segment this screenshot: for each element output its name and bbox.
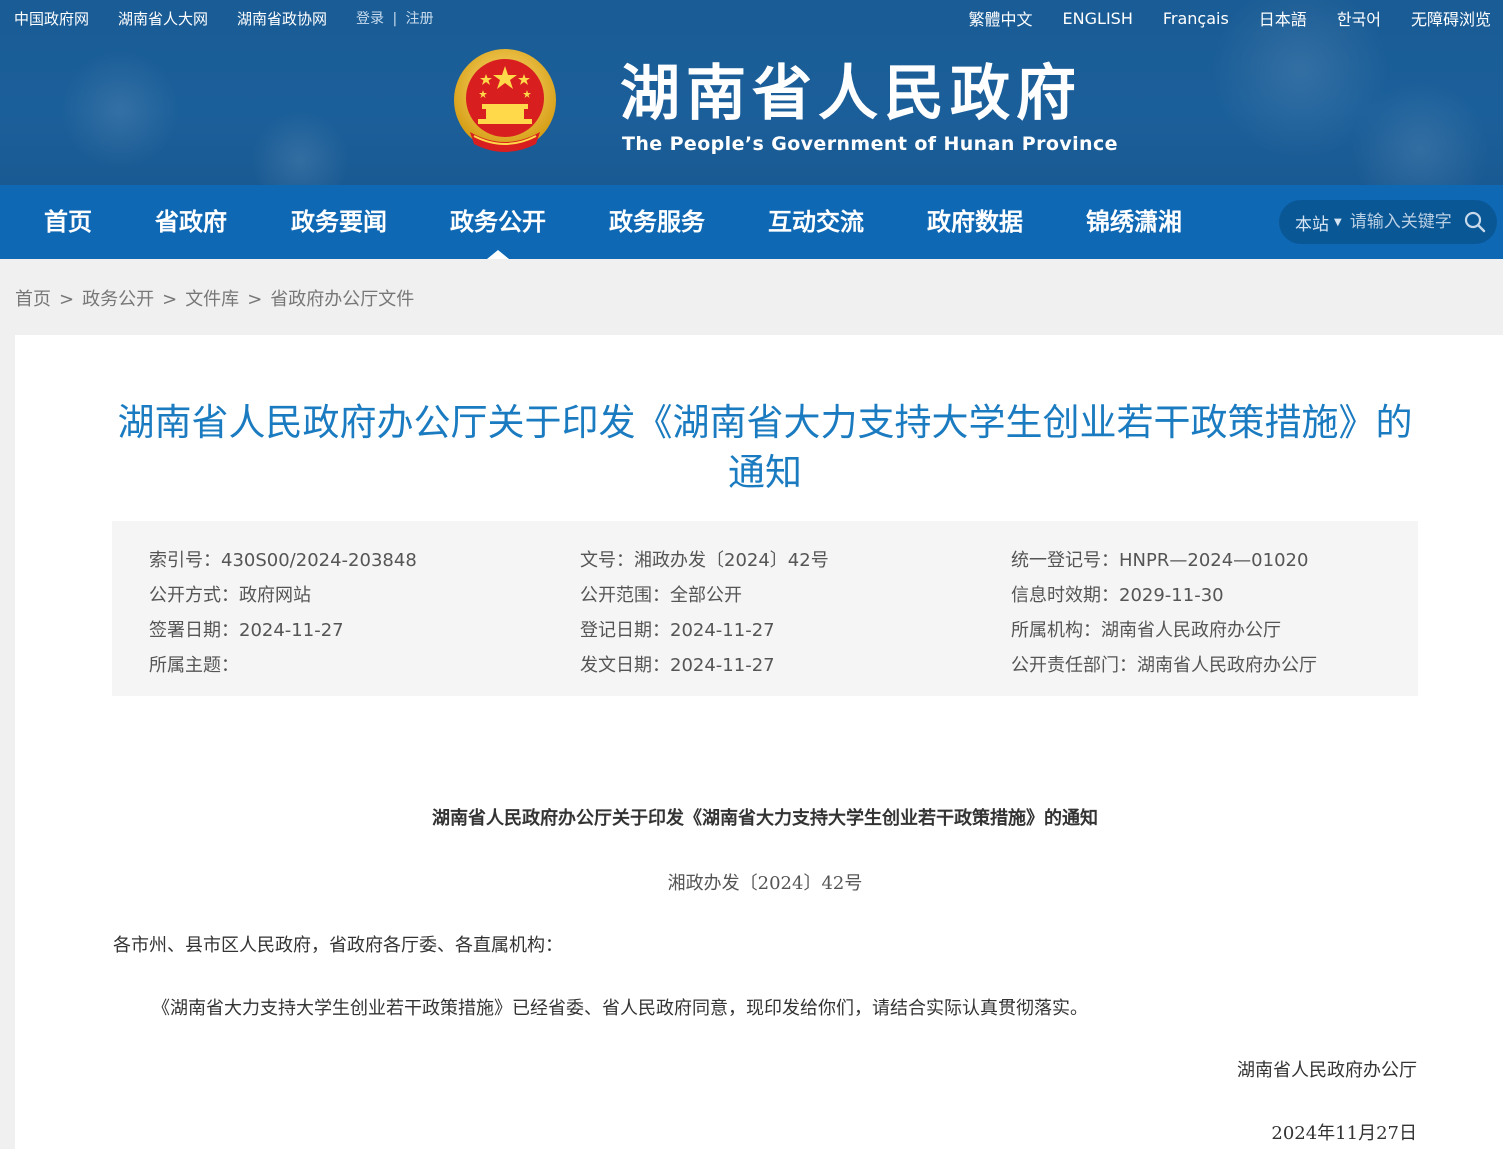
search-scope-select[interactable]: 本站 [1295,210,1329,235]
document-title-line2: 通知 [728,451,802,494]
meta-topic: 所属主题： [149,655,239,676]
breadcrumb-office-files[interactable]: 省政府办公厅文件 [270,289,414,310]
register-link[interactable]: 注册 [406,11,434,27]
meta-open-mode: 公开方式：政府网站 [149,585,311,606]
lang-korean[interactable]: 한국어 [1337,6,1381,30]
nav-provincial-gov[interactable]: 省政府 [155,185,227,259]
document-title: 湖南省人民政府办公厅关于印发《湖南省大力支持大学生创业若干政策措施》的 通知 [0,398,1503,498]
login-link[interactable]: 登录 [356,11,384,27]
breadcrumb-separator: > [59,289,75,310]
meta-reg-date: 登记日期：2024-11-27 [580,620,775,641]
breadcrumb-separator: > [247,289,263,310]
breadcrumb-file-library[interactable]: 文件库 [185,289,239,310]
site-header: 中国政府网 湖南省人大网 湖南省政协网 登录 | 注册 繁體中文 ENGLISH… [0,0,1503,185]
lang-traditional-chinese[interactable]: 繁體中文 [969,6,1033,30]
nav-home[interactable]: 首页 [44,185,92,259]
accessibility-link[interactable]: 无障碍浏览 [1411,6,1491,30]
document-meta-table: 索引号：430S00/2024-203848 文号：湘政办发〔2024〕42号 … [112,521,1418,696]
body-title: 湖南省人民政府办公厅关于印发《湖南省大力支持大学生创业若干政策措施》的通知 [432,808,1098,829]
lang-french[interactable]: Français [1163,9,1229,28]
breadcrumb-separator: > [162,289,178,310]
sign-date: 2024年11月27日 [1271,1123,1417,1144]
search-icon[interactable] [1463,210,1487,234]
body-paragraph: 《湖南省大力支持大学生创业若干政策措施》已经省委、省人民政府同意，现印发给你们，… [152,998,1088,1019]
meta-dept: 公开责任部门：湖南省人民政府办公厅 [1011,655,1317,676]
document-title-line1: 湖南省人民政府办公厅关于印发《湖南省大力支持大学生创业若干政策措施》的 [117,401,1413,444]
meta-issue-date: 发文日期：2024-11-27 [580,655,775,676]
link-hunan-npc[interactable]: 湖南省人大网 [118,8,208,29]
breadcrumb-gov-affairs-open[interactable]: 政务公开 [82,289,154,310]
nav-gov-affairs-open[interactable]: 政务公开 [450,185,546,259]
search-box: 本站 ▼ [1279,200,1497,244]
site-title: 湖南省人民政府 [620,59,1082,129]
breadcrumb-home[interactable]: 首页 [15,289,51,310]
meta-org: 所属机构：湖南省人民政府办公厅 [1011,620,1281,641]
nav-gov-services[interactable]: 政务服务 [609,185,705,259]
recipients-line: 各市州、县市区人民政府，省政府各厅委、各直属机构： [113,935,563,956]
top-links: 中国政府网 湖南省人大网 湖南省政协网 登录 | 注册 [14,6,434,30]
signer: 湖南省人民政府办公厅 [1237,1060,1417,1081]
caret-down-icon[interactable]: ▼ [1334,217,1342,228]
nav-interaction[interactable]: 互动交流 [768,185,864,259]
meta-reg-no: 统一登记号：HNPR—2024—01020 [1011,550,1309,571]
auth-links: 登录 | 注册 [356,8,434,28]
site-subtitle: The People’s Government of Hunan Provinc… [622,133,1118,155]
link-hunan-cppcc[interactable]: 湖南省政协网 [237,8,327,29]
link-gov-cn[interactable]: 中国政府网 [14,8,89,29]
meta-index-no: 索引号：430S00/2024-203848 [149,550,417,571]
nav-gov-news[interactable]: 政务要闻 [291,185,387,259]
auth-divider: | [392,11,398,27]
meta-sign-date: 签署日期：2024-11-27 [149,620,344,641]
nav-jinxiu-xiaoxiang[interactable]: 锦绣潇湘 [1086,185,1182,259]
national-emblem-icon[interactable] [452,48,558,160]
meta-open-scope: 公开范围：全部公开 [580,585,742,606]
search-input[interactable] [1349,212,1468,232]
main-nav: 首页 省政府 政务要闻 政务公开 政务服务 互动交流 政府数据 锦绣潇湘 本站 … [0,185,1503,259]
body-doc-number: 湘政办发〔2024〕42号 [667,873,863,894]
lang-english[interactable]: ENGLISH [1063,9,1133,28]
meta-doc-no: 文号：湘政办发〔2024〕42号 [580,550,829,571]
breadcrumb: 首页 > 政务公开 > 文件库 > 省政府办公厅文件 [15,285,414,311]
nav-gov-data[interactable]: 政府数据 [927,185,1023,259]
language-links: 繁體中文 ENGLISH Français 日本語 한국어 无障碍浏览 [939,6,1491,30]
lang-japanese[interactable]: 日本語 [1259,6,1307,30]
meta-valid-until: 信息时效期：2029-11-30 [1011,585,1224,606]
